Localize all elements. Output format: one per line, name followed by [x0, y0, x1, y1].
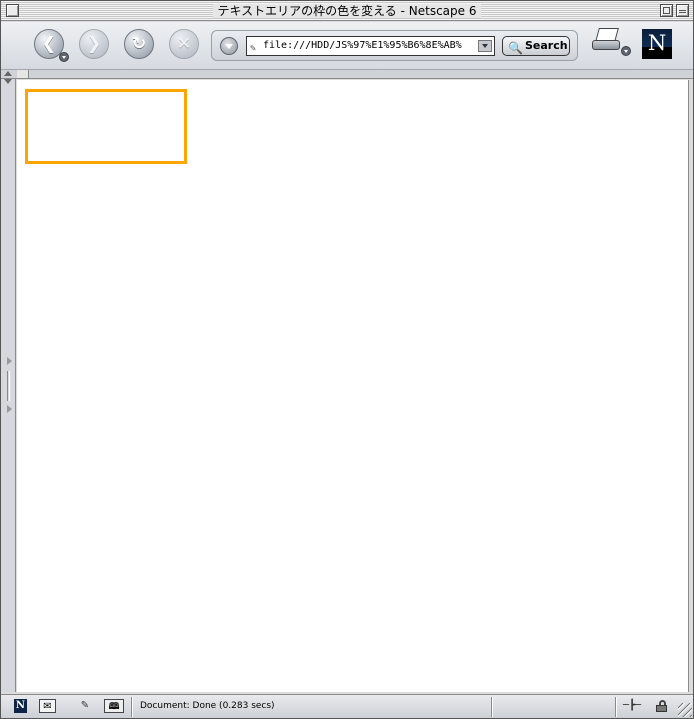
print-dropdown[interactable]: [621, 46, 631, 56]
url-dropdown-icon[interactable]: [478, 40, 492, 52]
search-button[interactable]: 🔍 Search: [502, 36, 570, 56]
zoom-box[interactable]: [660, 4, 673, 17]
back-arrow-icon: ❮: [41, 33, 57, 54]
bookmark-page-icon[interactable]: ✎: [250, 40, 256, 55]
orange-bordered-textarea[interactable]: [25, 89, 187, 164]
sidebar-open-icon-2[interactable]: [7, 405, 12, 413]
browser-window: テキストエリアの枠の色を変える - Netscape 6 ❮ ❯ ↻ ✕ ✎ f…: [0, 0, 694, 719]
status-divider: [615, 697, 616, 717]
collapse-down-icon[interactable]: [4, 79, 12, 84]
url-field[interactable]: ✎ file:///HDD/JS%97%E1%95%B6%8E%AB%: [246, 36, 495, 56]
collapse-box[interactable]: [676, 4, 689, 17]
title-bar[interactable]: テキストエリアの枠の色を変える - Netscape 6: [1, 1, 693, 21]
netscape-logo[interactable]: N: [642, 29, 672, 59]
status-divider: [131, 697, 132, 717]
window-title: テキストエリアの枠の色を変える - Netscape 6: [212, 4, 482, 18]
status-bar: N ✉ ✎ 🕮 Document: Done (0.283 secs) ─┣─: [1, 694, 693, 718]
stop-button[interactable]: ✕: [169, 29, 199, 59]
back-history-dropdown[interactable]: [59, 52, 69, 62]
sidebar-open-icon[interactable]: [7, 357, 12, 365]
print-button[interactable]: [592, 28, 624, 58]
stop-icon: ✕: [176, 33, 192, 54]
reload-icon: ↻: [131, 33, 147, 54]
printer-icon: [592, 40, 620, 50]
security-lock-icon[interactable]: [655, 700, 669, 713]
url-text: file:///HDD/JS%97%E1%95%B6%8E%AB%: [263, 40, 462, 51]
status-text: Document: Done (0.283 secs): [140, 701, 275, 711]
collapse-up-icon[interactable]: [4, 71, 12, 76]
forward-arrow-icon: ❯: [86, 33, 102, 54]
toolbar-collapse-row: [1, 70, 693, 79]
composer-icon[interactable]: ✎: [75, 699, 95, 713]
navigation-toolbar: ❮ ❯ ↻ ✕ ✎ file:///HDD/JS%97%E1%95%B6%8E%…: [1, 22, 693, 70]
address-book-icon[interactable]: 🕮: [104, 699, 124, 713]
sidebar-tab-strip[interactable]: [1, 79, 16, 692]
sidebar-grip[interactable]: [7, 371, 10, 401]
resize-grip-icon[interactable]: [678, 703, 692, 717]
toolbar-collapse-tab[interactable]: [17, 70, 29, 78]
url-bar-group: ✎ file:///HDD/JS%97%E1%95%B6%8E%AB% 🔍 Se…: [211, 30, 578, 61]
online-connection-icon[interactable]: ─┣─: [623, 701, 647, 711]
url-history-dropdown-icon[interactable]: [220, 37, 238, 55]
mail-icon[interactable]: ✉: [39, 699, 56, 713]
magnifier-icon: 🔍: [508, 41, 523, 55]
navigator-icon[interactable]: N: [14, 699, 27, 713]
forward-button[interactable]: ❯: [79, 29, 109, 59]
search-label: Search: [525, 39, 568, 52]
page-content: [17, 80, 689, 692]
status-divider: [491, 697, 492, 717]
reload-button[interactable]: ↻: [124, 29, 154, 59]
